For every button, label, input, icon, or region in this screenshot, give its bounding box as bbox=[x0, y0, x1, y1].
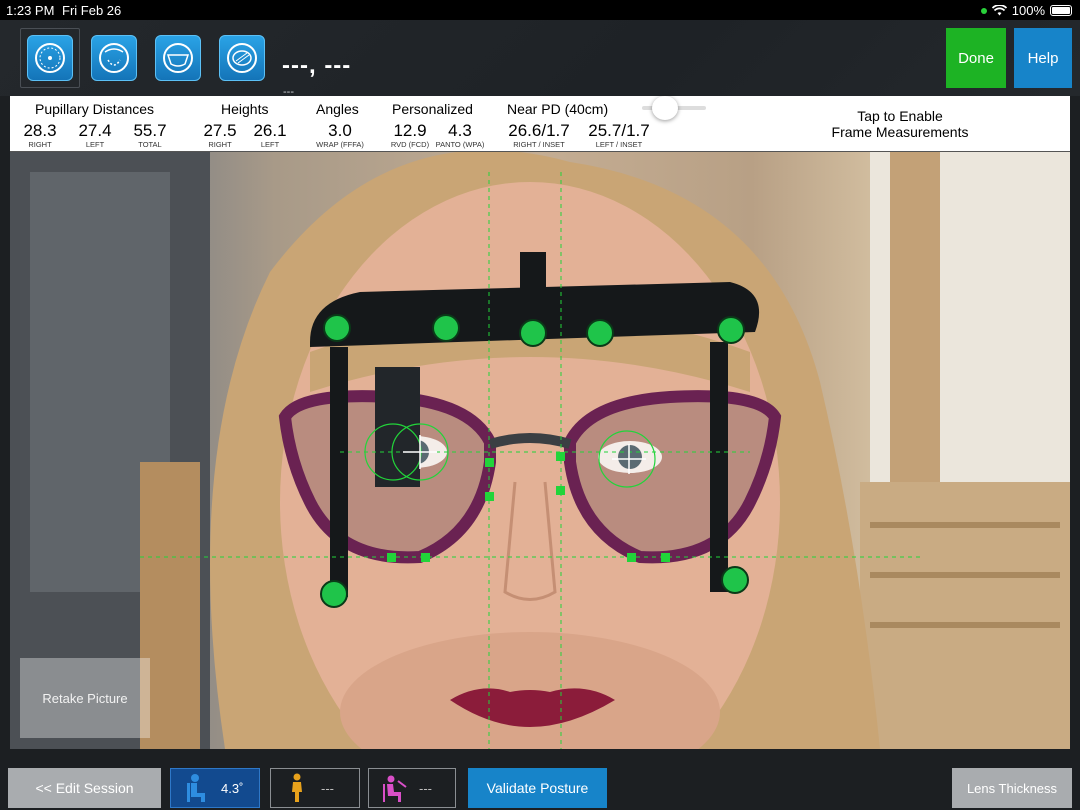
angles-title: Angles bbox=[316, 101, 359, 117]
pd-right-value: 28.3 bbox=[23, 121, 57, 140]
frame-lens-icon bbox=[163, 43, 193, 73]
near-pd-title: Near PD (40cm) bbox=[507, 101, 609, 117]
retake-picture-button[interactable]: Retake Picture bbox=[20, 658, 150, 738]
done-button[interactable]: Done bbox=[946, 28, 1006, 88]
height-left-caption: LEFT bbox=[260, 140, 280, 149]
measurement-overlay bbox=[140, 172, 920, 749]
pd-total-value: 55.7 bbox=[133, 121, 167, 140]
pd-left-value: 27.4 bbox=[78, 121, 112, 140]
progressive-lens-icon bbox=[99, 43, 129, 73]
posture-reading-value: --- bbox=[419, 780, 432, 796]
reading-posture-icon bbox=[383, 775, 407, 802]
heights-title: Heights bbox=[221, 101, 269, 117]
mic-indicator-icon bbox=[980, 7, 987, 14]
battery-percent: 100% bbox=[1011, 3, 1045, 18]
coated-lens-button[interactable] bbox=[219, 35, 265, 81]
posture-tilt-value: 4.3˚ bbox=[221, 780, 244, 796]
wrap-caption: WRAP (FFFA) bbox=[316, 140, 364, 149]
slider-knob[interactable] bbox=[652, 96, 678, 120]
pd-total-caption: TOTAL bbox=[138, 140, 162, 149]
top-toolbar: ---, --- --- Done Help bbox=[0, 20, 1080, 98]
enable-frame-measurements[interactable]: Tap to Enable Frame Measurements bbox=[800, 108, 1000, 140]
pd-right-caption: RIGHT bbox=[28, 140, 52, 149]
edit-session-button[interactable]: << Edit Session bbox=[8, 768, 161, 808]
help-button[interactable]: Help bbox=[1014, 28, 1072, 88]
wifi-icon bbox=[991, 5, 1007, 16]
single-vision-lens-icon bbox=[35, 43, 65, 73]
personalized-title: Personalized bbox=[392, 101, 473, 117]
bottom-bar: << Edit Session 4.3˚ --- --- Validate Po… bbox=[0, 749, 1080, 810]
measurement-strip: Pupillary Distances 28.3 RIGHT 27.4 LEFT… bbox=[10, 96, 1070, 152]
patient-photo[interactable]: Retake Picture bbox=[10, 152, 1070, 749]
coated-lens-icon bbox=[227, 43, 257, 73]
near-pd-right-caption: RIGHT / INSET bbox=[513, 140, 565, 149]
status-date: Fri Feb 26 bbox=[62, 3, 122, 18]
height-left-value: 26.1 bbox=[253, 121, 287, 140]
pd-title: Pupillary Distances bbox=[35, 101, 155, 117]
battery-icon bbox=[1050, 5, 1072, 16]
near-pd-right-value: 26.6/1.7 bbox=[508, 121, 570, 140]
seated-posture-icon bbox=[187, 774, 205, 802]
lens-thickness-button[interactable]: Lens Thickness bbox=[952, 768, 1072, 808]
wrap-value: 3.0 bbox=[328, 121, 352, 140]
progressive-lens-button[interactable] bbox=[91, 35, 137, 81]
posture-reading-box[interactable]: --- bbox=[368, 768, 456, 808]
near-pd-left-caption: LEFT / INSET bbox=[595, 140, 643, 149]
frame-lens-button[interactable] bbox=[155, 35, 201, 81]
validate-posture-button[interactable]: Validate Posture bbox=[468, 768, 607, 808]
single-vision-lens-button[interactable] bbox=[27, 35, 73, 81]
panto-caption: PANTO (WPA) bbox=[435, 140, 485, 149]
posture-standing-value: --- bbox=[321, 780, 334, 796]
session-name: ---, --- bbox=[282, 52, 352, 79]
standing-posture-icon bbox=[292, 773, 302, 802]
posture-tilt-box[interactable]: 4.3˚ bbox=[170, 768, 260, 808]
pd-left-caption: LEFT bbox=[85, 140, 105, 149]
panto-value: 4.3 bbox=[448, 121, 472, 140]
near-pd-left-value: 25.7/1.7 bbox=[588, 121, 650, 140]
posture-standing-box[interactable]: --- bbox=[270, 768, 360, 808]
status-bar: 1:23 PM Fri Feb 26 100% bbox=[0, 0, 1080, 20]
status-time: 1:23 PM bbox=[6, 3, 55, 18]
